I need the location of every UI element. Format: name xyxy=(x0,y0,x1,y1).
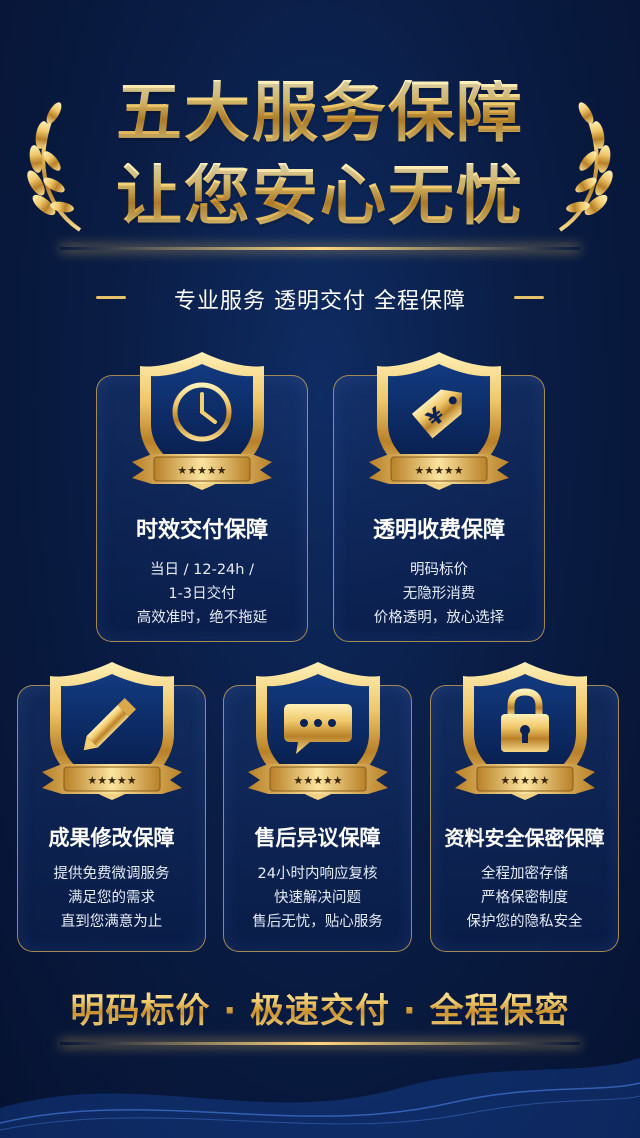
card-title: 售后异议保障 xyxy=(254,826,381,850)
card-line: 无隐形消费 xyxy=(402,586,476,602)
headline-line-1: 五大服务保障 xyxy=(0,80,640,146)
divider-glow xyxy=(60,247,580,250)
card-line: 明码标价 xyxy=(410,562,468,578)
card-delivery-guarantee: 时效交付保障 当日 / 12-24h / 1-3日交付 高效准时，绝不拖延 xyxy=(96,351,308,642)
card-line: 24小时内响应复核 xyxy=(257,866,378,882)
card-title: 成果修改保障 xyxy=(48,826,175,850)
card-line: 严格保密制度 xyxy=(481,890,568,906)
clock-icon xyxy=(132,351,272,491)
card-title: 资料安全保密保障 xyxy=(444,826,605,850)
card-line: 价格透明，放心选择 xyxy=(373,610,505,626)
subtitle: 专业服务 透明交付 全程保障 xyxy=(174,289,466,314)
card-title: 透明收费保障 xyxy=(372,518,505,543)
card-line: 满足您的需求 xyxy=(68,890,155,906)
pencil-icon xyxy=(42,661,182,801)
card-line: 提供免费微调服务 xyxy=(53,866,170,882)
headline-line-2: 让您安心无忧 xyxy=(0,163,640,229)
chat-bubble-icon xyxy=(248,661,388,801)
card-line: 全程加密存储 xyxy=(481,866,568,882)
card-title: 时效交付保障 xyxy=(135,518,268,543)
card-revision-guarantee: 成果修改保障 提供免费微调服务 满足您的需求 直到您满意为止 xyxy=(17,661,206,952)
wave-decoration xyxy=(0,1058,640,1138)
price-tag-icon: ¥ xyxy=(369,351,509,491)
card-line: 快速解决问题 xyxy=(274,890,361,906)
card-transparent-pricing: ¥ 透明收费保障 明码标价 无隐形消费 价格透明，放心选择 xyxy=(333,351,545,642)
subtitle-dash-right xyxy=(514,296,544,299)
card-data-security-guarantee: 资料安全保密保障 全程加密存储 严格保密制度 保护您的隐私安全 xyxy=(430,661,619,952)
card-line: 当日 / 12-24h / xyxy=(150,562,254,578)
card-line: 直到您满意为止 xyxy=(60,914,163,930)
card-line: 售后无忧，贴心服务 xyxy=(252,914,383,930)
lock-icon xyxy=(455,661,595,801)
card-aftersales-guarantee: 售后异议保障 24小时内响应复核 快速解决问题 售后无忧，贴心服务 xyxy=(223,661,412,952)
card-line: 1-3日交付 xyxy=(168,586,236,602)
card-line: 保护您的隐私安全 xyxy=(466,914,583,930)
card-line: 高效准时，绝不拖延 xyxy=(136,610,268,626)
